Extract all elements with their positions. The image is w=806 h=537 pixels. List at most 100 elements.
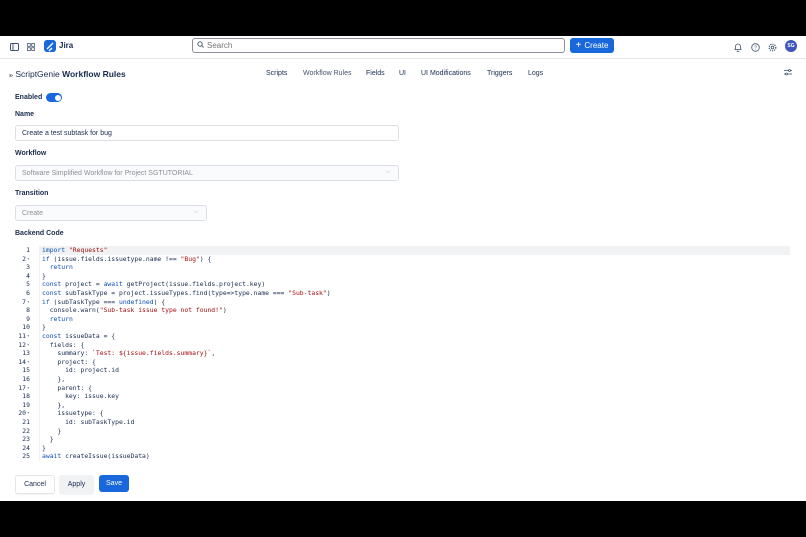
code-line[interactable]: 16 }, (15, 375, 790, 384)
cancel-button-label: Cancel (24, 481, 46, 488)
code-editor[interactable]: 1 import "Requests" 2 ▾ if (issue.fields.iss… (15, 246, 790, 462)
code-line[interactable]: 25 await createIssue(issueData) (15, 452, 790, 461)
line-number: 3 (26, 263, 30, 272)
help-icon[interactable]: ? (747, 39, 763, 55)
name-field[interactable]: Create a test subtask for bug (15, 125, 399, 141)
search-icon (197, 41, 204, 50)
code-line[interactable]: 21 id: subTaskType.id (15, 418, 790, 427)
code-line[interactable]: 24} (15, 444, 790, 453)
jira-logo-icon[interactable] (44, 40, 56, 52)
code-line[interactable]: 12 ▾ fields: { (15, 341, 790, 350)
code-line[interactable]: 19 }, (15, 401, 790, 410)
user-avatar[interactable]: SG (785, 40, 797, 52)
code-text: } (42, 426, 62, 435)
enabled-toggle[interactable] (46, 93, 62, 102)
line-number: 20 (18, 409, 26, 418)
code-text: return (49, 263, 73, 272)
code-line[interactable]: 8 console.warn("Sub-task issue type not … (15, 306, 790, 315)
save-button-label: Save (106, 480, 122, 487)
tab-ui[interactable]: UI (399, 70, 406, 77)
tab-fields[interactable]: Fields (366, 70, 385, 77)
line-number: 25 (22, 452, 30, 461)
notifications-bell-icon[interactable] (730, 39, 746, 55)
line-number: 16 (22, 375, 30, 383)
line-number: 5 (26, 280, 30, 289)
create-button-label: Create (584, 41, 609, 50)
code-text: key: issue.key (42, 392, 119, 401)
line-number: 22 (22, 426, 30, 435)
line-number: 4 (26, 271, 30, 280)
code-line[interactable]: 18 key: issue.key (15, 392, 790, 401)
tab-logs[interactable]: Logs (528, 70, 543, 77)
code-line[interactable]: 1 import "Requests" (15, 246, 790, 255)
tab-ui-modifications[interactable]: UI Modifications (421, 70, 471, 77)
fold-chevron-icon[interactable]: ▾ (27, 332, 29, 341)
code-text: }, (42, 400, 66, 409)
code-text: if (issue.fields.issuetype.name !== "Bug… (42, 254, 212, 263)
line-number: 1 (26, 246, 30, 254)
code-line[interactable]: 17 ▾ parent: { (15, 384, 790, 393)
code-line[interactable]: 11 ▾ const issueData = { (15, 332, 790, 341)
line-number: 21 (22, 418, 30, 426)
fold-chevron-icon[interactable]: ▾ (27, 409, 29, 418)
tab-workflow-rules[interactable]: Workflow Rules (303, 70, 352, 77)
code-text: await createIssue(issueData) (42, 452, 150, 461)
save-button[interactable]: Save (99, 475, 129, 492)
code-line[interactable]: 10} (15, 323, 790, 332)
svg-text:?: ? (754, 45, 757, 51)
code-text: }, (42, 375, 66, 383)
app-switcher-icon[interactable] (23, 39, 39, 55)
code-line[interactable]: 14 ▾ project: { (15, 358, 790, 367)
search-input[interactable] (207, 40, 547, 51)
line-number: 2 (22, 254, 26, 263)
code-line[interactable]: 2 ▾ if (issue.fields.issuetype.name !== "B… (15, 255, 790, 264)
code-line[interactable]: 3 return (15, 263, 790, 272)
code-line[interactable]: 15 id: project.id (15, 366, 790, 375)
fold-chevron-icon[interactable]: ▾ (27, 358, 29, 367)
line-number: 13 (22, 349, 30, 358)
create-button[interactable]: + Create (570, 38, 614, 53)
code-line[interactable]: 6 const subTaskType = project.issueTypes.… (15, 289, 790, 298)
code-text: } (42, 443, 46, 452)
code-line[interactable]: 13 summary: `Test: ${issue.fields.summar… (15, 349, 790, 358)
apply-button[interactable]: Apply (59, 475, 94, 494)
enabled-label: Enabled (15, 94, 43, 101)
tab-scripts[interactable]: Scripts (266, 70, 287, 77)
filter-settings-icon[interactable] (784, 69, 792, 78)
active-line-highlight (39, 246, 790, 255)
workflow-select-value: Software Simplified Workflow for Project… (22, 169, 193, 177)
code-line[interactable]: 7 ▾ if (subTaskType === undefined) { (15, 298, 790, 307)
tab-triggers[interactable]: Triggers (487, 70, 512, 77)
code-line[interactable]: 9 return (15, 315, 790, 324)
code-line[interactable]: 4} (15, 272, 790, 281)
cancel-button[interactable]: Cancel (15, 475, 55, 494)
page-title: ⪢ ScriptGenie Workflow Rules (9, 69, 126, 80)
line-number: 8 (26, 306, 30, 315)
transition-select[interactable]: Create ⌵ (15, 205, 207, 221)
search-box[interactable] (192, 38, 565, 53)
code-text: import "Requests" (42, 246, 108, 254)
code-line[interactable]: 5 const project = await getProject(issue.… (15, 280, 790, 289)
code-line[interactable]: 20 ▾ issuetype: { (15, 409, 790, 418)
sidebar-toggle-icon[interactable] (6, 39, 22, 55)
transition-label: Transition (15, 190, 49, 197)
code-text: } (42, 435, 54, 444)
workflow-select[interactable]: Software Simplified Workflow for Project… (15, 165, 399, 181)
chevron-down-icon: ⌵ (385, 169, 390, 175)
fold-chevron-icon[interactable]: ▾ (27, 384, 29, 393)
code-line[interactable]: 23 } (15, 435, 790, 444)
line-number: 17 (18, 383, 26, 392)
apply-button-label: Apply (67, 481, 86, 488)
fold-chevron-icon[interactable]: ▾ (27, 298, 29, 307)
app-window: Jira + Create ? SG ⪢ ScriptGenie Workflo… (0, 36, 806, 501)
code-text: issuetype: { (42, 409, 104, 418)
code-text: fields: { (42, 340, 85, 349)
code-text: if (subTaskType === undefined) { (42, 297, 166, 306)
app-name[interactable]: Jira (59, 41, 73, 50)
fold-chevron-icon[interactable]: ▾ (27, 255, 29, 264)
line-number: 18 (22, 392, 30, 401)
line-number: 24 (22, 443, 30, 452)
settings-gear-icon[interactable] (764, 39, 780, 55)
fold-chevron-icon[interactable]: ▾ (27, 341, 29, 350)
code-line[interactable]: 22 } (15, 427, 790, 436)
